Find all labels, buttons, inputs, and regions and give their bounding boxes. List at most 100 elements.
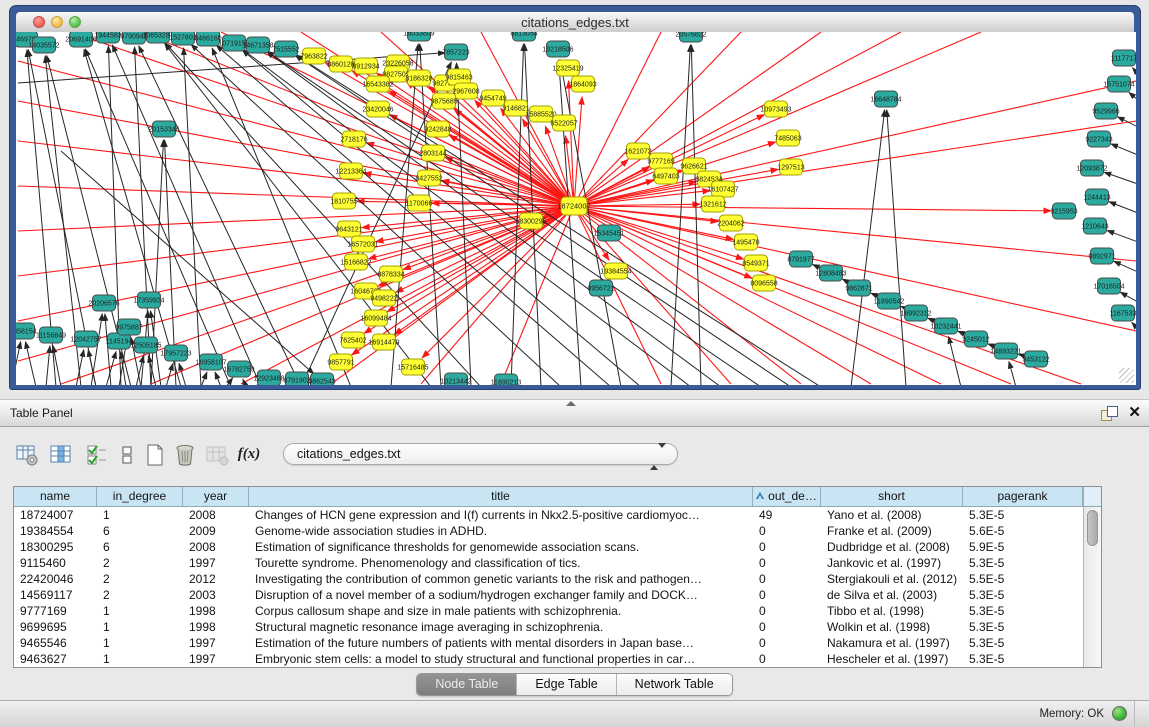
status-divider bbox=[1134, 701, 1135, 727]
node-attribute-table: namein_degreeyeartitleout_de…shortpagera… bbox=[13, 486, 1102, 668]
network-edge bbox=[18, 61, 574, 206]
show-columns-button[interactable] bbox=[48, 441, 74, 469]
memory-ok-indicator[interactable] bbox=[1112, 706, 1127, 721]
table-row[interactable]: 946554611997Estimation of the future num… bbox=[14, 635, 1083, 651]
table-cell: 2008 bbox=[183, 507, 249, 523]
import-table-button[interactable] bbox=[204, 441, 230, 469]
table-cell: 5.3E-5 bbox=[963, 619, 1083, 635]
network-edge bbox=[1009, 362, 1016, 385]
column-header-title[interactable]: title bbox=[249, 487, 753, 507]
tab-node-table[interactable]: Node Table bbox=[417, 674, 517, 695]
network-edge bbox=[691, 45, 701, 385]
cytoscape-desktop: citations_edges.txt 24697941403557220691… bbox=[0, 0, 1149, 727]
node-label: 18300295 bbox=[515, 219, 546, 226]
new-table-button[interactable] bbox=[142, 441, 168, 469]
table-cell: 0 bbox=[753, 619, 821, 635]
node-label: 9862871 bbox=[845, 286, 872, 293]
column-header-in_degree[interactable]: in_degree bbox=[97, 487, 183, 507]
table-cell: 0 bbox=[753, 635, 821, 651]
table-row[interactable]: 969969511998Structural magnetic resonanc… bbox=[14, 619, 1083, 635]
node-label: 12093872 bbox=[1076, 166, 1107, 173]
table-row[interactable]: 1456911722003Disruption of a novel membe… bbox=[14, 587, 1083, 603]
network-edge bbox=[215, 372, 221, 385]
close-panel-button[interactable]: ✕ bbox=[1128, 404, 1141, 422]
float-panel-button[interactable] bbox=[1101, 406, 1117, 421]
tab-edge-table[interactable]: Edge Table bbox=[517, 674, 616, 695]
table-row[interactable]: 1938455462009Genome-wide association stu… bbox=[14, 523, 1083, 539]
column-header-year[interactable]: year bbox=[183, 487, 249, 507]
select-rows-button[interactable] bbox=[84, 441, 110, 469]
tab-network-table[interactable]: Network Table bbox=[617, 674, 732, 695]
node-label: 16648784 bbox=[870, 97, 901, 104]
table-cell: 9699695 bbox=[14, 619, 97, 635]
table-cell: 9115460 bbox=[14, 555, 97, 571]
table-cell: Corpus callosum shape and size in male p… bbox=[249, 603, 753, 619]
network-edge bbox=[851, 110, 885, 385]
node-label: 1117717 bbox=[1111, 56, 1136, 63]
network-edge bbox=[179, 364, 186, 385]
node-label: 9529966 bbox=[1092, 109, 1119, 116]
table-cell: Estimation of significance thresholds fo… bbox=[249, 539, 753, 555]
column-header-pagerank[interactable]: pagerank bbox=[963, 487, 1083, 507]
table-panel-header: Table Panel ✕ bbox=[0, 399, 1149, 427]
node-label: 12325419 bbox=[552, 66, 583, 73]
column-header-out_de[interactable]: out_de… bbox=[753, 487, 821, 507]
table-options-button[interactable] bbox=[14, 441, 40, 469]
table-cell: Stergiakouli et al. (2012) bbox=[821, 571, 963, 587]
table-cell: 5.3E-5 bbox=[963, 635, 1083, 651]
node-label: 10213442 bbox=[440, 379, 471, 386]
network-edge bbox=[184, 48, 201, 385]
network-edge bbox=[46, 346, 50, 385]
table-cell: 1 bbox=[97, 651, 183, 667]
splitter-handle-icon[interactable] bbox=[566, 401, 576, 406]
vertical-scrollbar[interactable] bbox=[1083, 507, 1101, 667]
network-canvas[interactable]: 2469794140355722069140619445639790941106… bbox=[16, 32, 1136, 385]
function-builder-button[interactable]: f(x) bbox=[236, 441, 262, 469]
table-row[interactable]: 1830029562008Estimation of significance … bbox=[14, 539, 1083, 555]
node-label: 20691406 bbox=[65, 37, 96, 44]
network-edge bbox=[1132, 322, 1136, 329]
sort-ascending-icon bbox=[756, 492, 764, 499]
table-cell: 18724007 bbox=[14, 507, 97, 523]
node-label: 8791977 bbox=[787, 257, 814, 264]
row-height-button[interactable] bbox=[114, 441, 140, 469]
node-label: 1944563 bbox=[94, 33, 121, 40]
node-label: 20576822 bbox=[675, 32, 706, 39]
network-edge bbox=[574, 32, 661, 206]
table-selector-dropdown[interactable]: citations_edges.txt bbox=[283, 443, 678, 465]
column-header-short[interactable]: short bbox=[821, 487, 963, 507]
column-header-name[interactable]: name bbox=[14, 487, 97, 507]
table-row[interactable]: 2242004622012Investigating the contribut… bbox=[14, 571, 1083, 587]
node-label: 9626621 bbox=[680, 164, 707, 171]
scrollbar-thumb[interactable] bbox=[1087, 510, 1098, 546]
network-window-title: citations_edges.txt bbox=[16, 15, 1134, 30]
table-cell: 0 bbox=[753, 523, 821, 539]
network-edge bbox=[1104, 172, 1136, 184]
node-label: 8912934 bbox=[352, 64, 379, 71]
table-header-row: namein_degreeyeartitleout_de…shortpagera… bbox=[14, 487, 1083, 507]
node-label: 16992312 bbox=[900, 311, 931, 318]
node-label: 10232441 bbox=[930, 324, 961, 331]
resize-grip[interactable] bbox=[1119, 368, 1134, 383]
table-cell: Embryonic stem cells: a model to study s… bbox=[249, 651, 753, 667]
node-label: 12505185 bbox=[130, 343, 161, 350]
node-label: 11156849 bbox=[36, 333, 66, 340]
node-label: 12923468 bbox=[253, 376, 284, 383]
node-label: 15345451 bbox=[593, 231, 624, 238]
node-label: 9643121 bbox=[335, 227, 362, 234]
node-label: 20206576 bbox=[88, 301, 119, 308]
table-cell: 1997 bbox=[183, 635, 249, 651]
table-type-tabs: Node TableEdge TableNetwork Table bbox=[0, 673, 1149, 696]
network-window-titlebar[interactable]: citations_edges.txt bbox=[16, 12, 1134, 33]
node-label: 1170066 bbox=[406, 201, 433, 208]
network-edge bbox=[574, 32, 981, 206]
table-row[interactable]: 977716911998Corpus callosum shape and si… bbox=[14, 603, 1083, 619]
table-row[interactable]: 911546021997Tourette syndrome. Phenomeno… bbox=[14, 555, 1083, 571]
node-label: 15716485 bbox=[397, 365, 428, 372]
network-edge bbox=[574, 206, 1051, 211]
table-row[interactable]: 1872400712008Changes of HCN gene express… bbox=[14, 507, 1083, 523]
table-row[interactable]: 946362711997Embryonic stem cells: a mode… bbox=[14, 651, 1083, 667]
delete-table-button[interactable] bbox=[172, 441, 198, 469]
node-label: 2204062 bbox=[717, 221, 744, 228]
table-cell: Tibbo et al. (1998) bbox=[821, 603, 963, 619]
